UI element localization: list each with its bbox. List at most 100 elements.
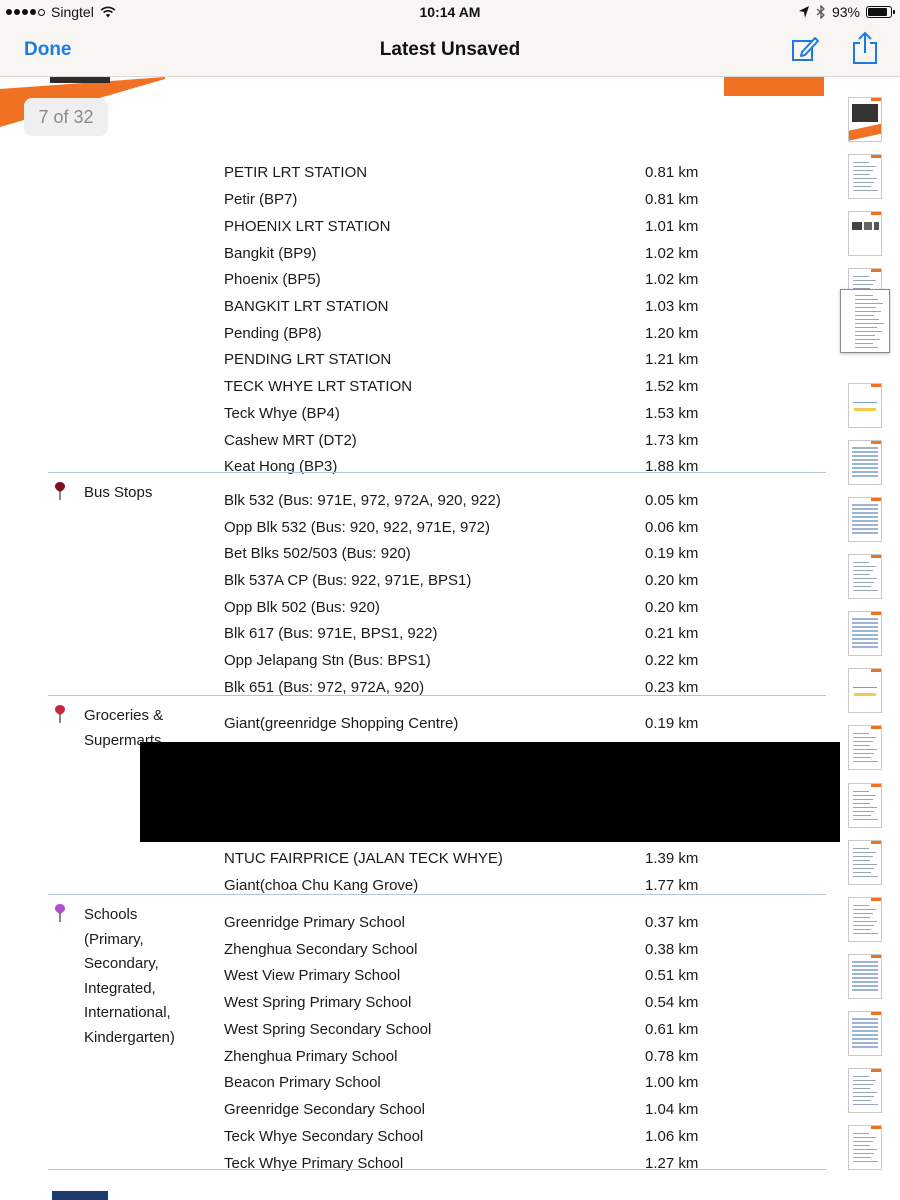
distance-value: 1.01 km (645, 218, 699, 235)
page-thumbnail[interactable] (848, 897, 882, 942)
page-thumbnail[interactable] (848, 440, 882, 485)
distance-value: 0.22 km (645, 652, 699, 669)
place-name: NTUC FAIRPRICE (JALAN TECK WHYE) (224, 850, 503, 867)
table-row: PHOENIX LRT STATION 1.01 km (0, 218, 840, 244)
page-thumbnail[interactable] (848, 725, 882, 770)
header-accent-block (724, 77, 824, 96)
share-icon[interactable] (850, 31, 880, 65)
table-row: Giant(choa Chu Kang Grove) 1.77 km (0, 877, 840, 903)
table-row: Bet Blks 502/503 (Bus: 920) 0.19 km (0, 545, 840, 571)
table-row: PETIR LRT STATION 0.81 km (0, 164, 840, 190)
page-thumbnail[interactable] (848, 954, 882, 999)
page-thumbnail[interactable] (848, 497, 882, 542)
place-name: West Spring Primary School (224, 994, 412, 1011)
distance-value: 1.52 km (645, 378, 699, 395)
distance-value: 0.19 km (645, 715, 699, 732)
distance-value: 1.73 km (645, 432, 699, 449)
page-thumbnail[interactable] (848, 554, 882, 599)
current-page-thumbnail[interactable] (840, 289, 890, 353)
page-thumbnail-strip[interactable] (840, 77, 900, 1200)
table-row: Greenridge Primary School 0.37 km (0, 914, 840, 940)
table-row: Beacon Primary School 1.00 km (0, 1074, 840, 1100)
table-row: NTUC FAIRPRICE (JALAN TECK WHYE) 1.39 km (0, 850, 840, 876)
page-thumbnail[interactable] (848, 1125, 882, 1170)
place-name: Phoenix (BP5) (224, 271, 321, 288)
place-name: Beacon Primary School (224, 1074, 381, 1091)
table-row: Teck Whye Primary School 1.27 km (0, 1155, 840, 1181)
place-name: Cashew MRT (DT2) (224, 432, 357, 449)
distance-value: 1.04 km (645, 1101, 699, 1118)
page-thumbnail[interactable] (848, 611, 882, 656)
place-name: TECK WHYE LRT STATION (224, 378, 413, 395)
place-name: Blk 532 (Bus: 971E, 972, 972A, 920, 922) (224, 492, 501, 509)
distance-value: 0.23 km (645, 679, 699, 696)
distance-value: 1.20 km (645, 325, 699, 342)
compose-icon[interactable] (790, 34, 820, 64)
page-thumbnail[interactable] (848, 840, 882, 885)
distance-value: 0.37 km (645, 914, 699, 931)
location-arrow-icon (798, 6, 809, 18)
distance-value: 0.19 km (645, 545, 699, 562)
battery-icon (866, 6, 895, 18)
distance-value: 1.03 km (645, 298, 699, 315)
distance-value: 0.81 km (645, 191, 699, 208)
place-name: Opp Blk 532 (Bus: 920, 922, 971E, 972) (224, 519, 491, 536)
table-row: Teck Whye (BP4) 1.53 km (0, 405, 840, 431)
distance-value: 1.21 km (645, 351, 699, 368)
battery-fill (868, 8, 887, 16)
table-row: Blk 617 (Bus: 971E, BPS1, 922) 0.21 km (0, 625, 840, 651)
place-name: Pending (BP8) (224, 325, 322, 342)
section-divider (48, 695, 826, 696)
page-thumbnail[interactable] (848, 383, 882, 428)
table-row: West Spring Secondary School 0.61 km (0, 1021, 840, 1047)
distance-value: 0.06 km (645, 519, 699, 536)
bluetooth-icon (816, 5, 825, 19)
header-photo-fragment (50, 77, 110, 83)
place-name: Zhenghua Primary School (224, 1048, 398, 1065)
place-name: Opp Blk 502 (Bus: 920) (224, 599, 380, 616)
status-bar: Singtel 10:14 AM 93% (0, 0, 900, 26)
place-name: West View Primary School (224, 967, 401, 984)
table-row: Greenridge Secondary School 1.04 km (0, 1101, 840, 1127)
page-thumbnail[interactable] (848, 668, 882, 713)
place-name: PHOENIX LRT STATION (224, 218, 391, 235)
table-row: PENDING LRT STATION 1.21 km (0, 351, 840, 377)
table-row: Blk 532 (Bus: 971E, 972, 972A, 920, 922)… (0, 492, 840, 518)
distance-value: 0.38 km (645, 941, 699, 958)
table-row: Pending (BP8) 1.20 km (0, 325, 840, 351)
distance-value: 1.00 km (645, 1074, 699, 1091)
place-name: West Spring Secondary School (224, 1021, 432, 1038)
table-row: Zhenghua Primary School 0.78 km (0, 1048, 840, 1074)
place-name: Bet Blks 502/503 (Bus: 920) (224, 545, 411, 562)
redaction-block (140, 742, 840, 842)
page-thumbnail[interactable] (848, 154, 882, 199)
distance-value: 0.20 km (645, 599, 699, 616)
table-row: West Spring Primary School 0.54 km (0, 994, 840, 1020)
distance-value: 0.78 km (645, 1048, 699, 1065)
place-name: Greenridge Primary School (224, 914, 405, 931)
pdf-page-view[interactable]: 7 of 32 PETIR LRT STATION 0.81 km Petir (B… (0, 77, 840, 1200)
table-row: Opp Blk 502 (Bus: 920) 0.20 km (0, 599, 840, 625)
place-name: Blk 617 (Bus: 971E, BPS1, 922) (224, 625, 438, 642)
place-name: Opp Jelapang Stn (Bus: BPS1) (224, 652, 431, 669)
page-thumbnail[interactable] (848, 211, 882, 256)
page-thumbnail[interactable] (848, 1068, 882, 1113)
place-name: Greenridge Secondary School (224, 1101, 425, 1118)
place-name: Teck Whye Secondary School (224, 1128, 424, 1145)
table-row: Opp Jelapang Stn (Bus: BPS1) 0.22 km (0, 652, 840, 678)
page-thumbnail[interactable] (848, 97, 882, 142)
place-name: Giant(choa Chu Kang Grove) (224, 877, 419, 894)
footer-logo-fragment (52, 1191, 108, 1200)
page-thumbnail[interactable] (848, 783, 882, 828)
table-row: Bangkit (BP9) 1.02 km (0, 245, 840, 271)
place-name: Teck Whye (BP4) (224, 405, 340, 422)
distance-value: 0.05 km (645, 492, 699, 509)
page-thumbnail[interactable] (848, 1011, 882, 1056)
navigation-bar: Done Latest Unsaved (0, 26, 900, 77)
table-row: Blk 651 (Bus: 972, 972A, 920) 0.23 km (0, 679, 840, 705)
table-row: Zhenghua Secondary School 0.38 km (0, 941, 840, 967)
table-row: TECK WHYE LRT STATION 1.52 km (0, 378, 840, 404)
place-name: Blk 537A CP (Bus: 922, 971E, BPS1) (224, 572, 472, 589)
battery-percent: 93% (831, 4, 860, 20)
distance-value: 1.02 km (645, 271, 699, 288)
